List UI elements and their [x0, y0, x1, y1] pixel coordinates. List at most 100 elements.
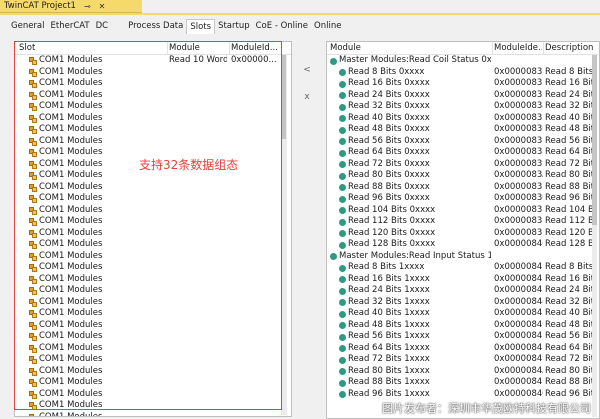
module-item-description: Read 72 Bits — [545, 158, 593, 169]
module-item-icon — [339, 69, 346, 76]
module-item-description: Read 48 Bits — [545, 124, 593, 134]
annotation-label: 支持32条数据组态 — [139, 158, 239, 172]
module-item-description: Read 64 Bits — [545, 147, 593, 157]
module-item[interactable]: Read 40 Bits 0xxxx 0x00000835Read 40 Bits — [327, 113, 599, 125]
module-item-id: 0x0000083C — [494, 193, 543, 203]
module-item-id: 0x0000083F — [494, 227, 543, 238]
module-item-icon — [339, 80, 346, 88]
module-item-description: Read 24 Bits — [545, 89, 593, 100]
module-item-name: Read 120 Bits 0xxxx — [348, 227, 436, 238]
slot-row[interactable]: COM1 Modules — [15, 412, 291, 416]
module-item-icon — [339, 207, 346, 214]
module-item-icon — [339, 276, 346, 283]
module-item-description: Read 64 Bits — [545, 342, 593, 353]
module-group[interactable]: Master Modules:Read Input Status 1xxxx — [327, 251, 599, 263]
tab-process-data[interactable]: Process Data — [125, 21, 186, 31]
module-item[interactable]: Read 88 Bits 0xxxx 0x0000083BRead 88 Bits — [327, 182, 599, 194]
module-item[interactable]: Read 96 Bits 0xxxx 0x0000083CRead 96 Bits — [327, 193, 599, 205]
module-item[interactable]: Read 96 Bits 1xxxx 0x0000084CRead 96 Bits — [327, 389, 599, 401]
module-item-name: Read 32 Bits 1xxxx — [348, 296, 430, 307]
column-separator — [492, 42, 493, 55]
module-item[interactable]: Read 112 Bits 0xxxx 0x0000083ERead 112 Bi… — [327, 216, 599, 228]
module-item-icon — [339, 138, 346, 145]
annotation-highlight-box — [14, 41, 282, 410]
module-item-name: Read 96 Bits 1xxxx — [348, 388, 430, 399]
document-tab[interactable]: TwinCAT Project1 ⊸ ✕ — [0, 0, 142, 13]
column-header-description[interactable]: Description — [545, 43, 595, 53]
module-item[interactable]: Read 64 Bits 1xxxx 0x00000848Read 64 Bits — [327, 343, 599, 355]
module-item[interactable]: Read 16 Bits 0xxxx 0x00000832Read 16 Bits — [327, 78, 599, 90]
module-item[interactable]: Read 72 Bits 0xxxx 0x00000839Read 72 Bits — [327, 159, 599, 171]
module-item-icon — [339, 287, 346, 295]
module-item-description: Read 112 Bit — [545, 216, 593, 226]
module-item[interactable]: Read 24 Bits 1xxxx 0x00000843Read 24 Bits — [327, 285, 599, 297]
pin-icon[interactable]: ⊸ — [84, 2, 91, 11]
module-item[interactable]: Read 104 Bits 0xxxx 0x0000083DRead 104 Bi… — [327, 205, 599, 217]
module-item-icon — [339, 230, 346, 237]
module-item[interactable]: Read 64 Bits 0xxxx 0x00000838Read 64 Bits — [327, 147, 599, 159]
module-item-description: Read 80 Bits — [545, 365, 593, 376]
delete-module-button[interactable]: x — [299, 89, 315, 105]
module-item-id: 0x0000084B — [494, 377, 543, 387]
module-item-icon — [339, 322, 346, 329]
module-item[interactable]: Read 80 Bits 1xxxx 0x0000084ARead 80 Bits — [327, 366, 599, 378]
module-item-id: 0x00000833 — [494, 89, 543, 100]
module-item[interactable]: Read 40 Bits 1xxxx 0x00000845Read 40 Bits — [327, 308, 599, 320]
module-item-description: Read 8 Bits 0 — [545, 66, 593, 77]
module-item[interactable]: Read 32 Bits 1xxxx 0x00000844Read 32 Bits — [327, 297, 599, 309]
insert-module-button[interactable]: < — [299, 62, 315, 78]
module-item-icon — [339, 241, 346, 249]
column-header-module-id[interactable]: ModuleIde... — [494, 43, 542, 53]
column-separator — [543, 42, 544, 55]
module-item[interactable]: Read 48 Bits 0xxxx 0x00000836Read 48 Bits — [327, 124, 599, 136]
property-tab-bar: General EtherCAT DC Process Data Slots Startu… — [0, 17, 600, 34]
module-item-icon — [339, 345, 346, 352]
scrollbar-thumb[interactable] — [282, 55, 286, 139]
module-icon — [29, 413, 37, 416]
module-item[interactable]: Read 56 Bits 0xxxx 0x00000837Read 56 Bits — [327, 136, 599, 148]
module-item-id: 0x00000848 — [494, 342, 543, 353]
module-item-icon — [339, 379, 346, 387]
module-item-icon — [339, 310, 346, 318]
module-item-id: 0x00000835 — [494, 112, 543, 123]
module-item-icon — [339, 299, 346, 306]
module-item[interactable]: Read 48 Bits 1xxxx 0x00000846Read 48 Bits — [327, 320, 599, 332]
module-catalog-scrollbar[interactable] — [592, 55, 597, 417]
module-item-name: Read 48 Bits 0xxxx — [348, 124, 430, 134]
module-item[interactable]: Read 128 Bits 0xxxx 0x00000840Read 128 Bi… — [327, 239, 599, 251]
watermark: 图片发布者：深圳市华茂欧特科技有限公司 — [382, 402, 591, 415]
module-group[interactable]: Master Modules:Read Coil Status 0xxxx — [327, 55, 599, 67]
tab-slots[interactable]: Slots — [186, 19, 216, 34]
module-item-description: Read 48 Bits — [545, 319, 593, 330]
module-item-icon — [339, 184, 346, 191]
tab-dc[interactable]: DC — [93, 21, 111, 31]
module-item-description: Read 120 Bit — [545, 227, 593, 238]
tab-general[interactable]: General — [8, 21, 48, 31]
module-item-description: Read 40 Bits — [545, 112, 593, 123]
module-item[interactable]: Read 8 Bits 0xxxx 0x00000831Read 8 Bits 0 — [327, 67, 599, 79]
module-item[interactable]: Read 16 Bits 1xxxx 0x00000842Read 16 Bits — [327, 274, 599, 286]
module-item-name: Read 40 Bits 0xxxx — [348, 112, 430, 123]
module-item[interactable]: Read 32 Bits 0xxxx 0x00000834Read 32 Bits — [327, 101, 599, 113]
tab-ethercat[interactable]: EtherCAT — [48, 21, 93, 31]
tab-startup[interactable]: Startup — [215, 21, 253, 31]
tab-coe-online[interactable]: CoE - Online — [253, 21, 311, 31]
scrollbar-thumb[interactable] — [592, 55, 597, 225]
module-item-id: 0x00000844 — [494, 296, 543, 307]
close-icon[interactable]: ✕ — [99, 2, 106, 11]
module-item-id: 0x00000845 — [494, 308, 543, 318]
module-item[interactable]: Read 120 Bits 0xxxx 0x0000083FRead 120 Bi… — [327, 228, 599, 240]
module-item-id: 0x00000840 — [494, 239, 543, 249]
column-header-module[interactable]: Module — [330, 43, 361, 53]
module-item-icon — [339, 103, 346, 111]
module-item[interactable]: Read 24 Bits 0xxxx 0x00000833Read 24 Bits — [327, 90, 599, 102]
module-item[interactable]: Read 72 Bits 1xxxx 0x00000849Read 72 Bits — [327, 354, 599, 366]
tab-online[interactable]: Online — [311, 21, 344, 31]
module-item[interactable]: Read 88 Bits 1xxxx 0x0000084BRead 88 Bits — [327, 377, 599, 389]
module-item[interactable]: Read 8 Bits 1xxxx 0x00000841 Read 8 Bits — [327, 262, 599, 274]
module-item[interactable]: Read 80 Bits 0xxxx 0x0000083ARead 80 Bits — [327, 170, 599, 182]
module-item-icon — [339, 115, 346, 122]
module-item-id: 0x00000834 — [494, 101, 543, 111]
module-item[interactable]: Read 56 Bits 1xxxx 0x00000847Read 56 Bits — [327, 331, 599, 343]
module-item-icon — [339, 195, 346, 203]
